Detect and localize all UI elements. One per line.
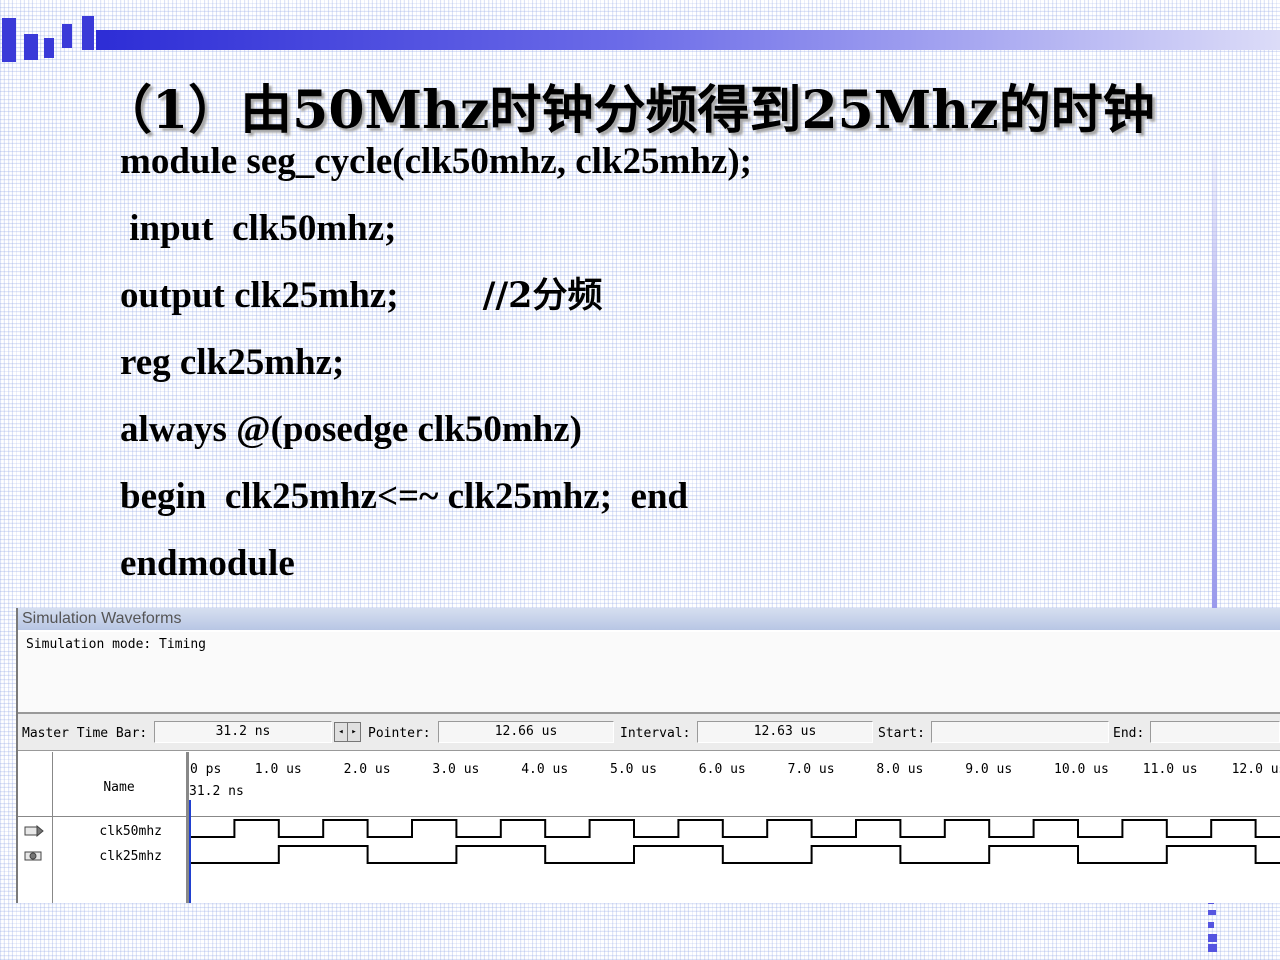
- simulation-waveforms-window: Simulation Waveforms Simulation mode: Ti…: [16, 608, 1280, 903]
- waveform-clk50mhz: [190, 819, 1280, 838]
- code-line-text: endmodule: [120, 543, 295, 584]
- right-accent-line: [1212, 130, 1217, 610]
- start-field[interactable]: [931, 721, 1109, 743]
- next-transition-button[interactable]: ▸: [347, 722, 361, 742]
- code-line: reg clk25mhz;: [120, 337, 752, 404]
- simulation-mode-text: Simulation mode: Timing: [26, 637, 207, 652]
- end-field[interactable]: [1150, 721, 1280, 743]
- time-bar-nav: ◂ ▸: [334, 722, 361, 742]
- code-line: output clk25mhz; //2分频: [120, 270, 752, 337]
- code-line-text: always @(posedge clk50mhz): [120, 409, 582, 450]
- corner-block-4: [62, 24, 72, 48]
- code-comment: //2分频: [482, 275, 603, 316]
- code-line-text: reg clk25mhz;: [120, 342, 345, 383]
- output-pin-icon: [24, 851, 42, 861]
- master-time-bar-label: Master Time Bar:: [22, 726, 148, 741]
- code-line: endmodule: [120, 538, 752, 605]
- simulation-mode-panel: Simulation mode: Timing: [18, 632, 1280, 714]
- interval-label: Interval:: [620, 726, 691, 741]
- start-label: Start:: [878, 726, 925, 741]
- corner-block-3: [44, 38, 54, 58]
- interval-field: 12.63 us: [697, 721, 873, 743]
- input-pin-icon: [24, 825, 44, 837]
- code-line-text: begin clk25mhz<=~ clk25mhz; end: [120, 476, 689, 517]
- title-accent-bar: [96, 30, 1280, 50]
- master-time-bar-field[interactable]: 31.2 ns: [154, 721, 332, 743]
- code-line: input clk50mhz;: [120, 203, 752, 270]
- pointer-field: 12.66 us: [438, 721, 614, 743]
- corner-block-2: [24, 34, 38, 60]
- waveform-clk25mhz: [190, 845, 1280, 864]
- slide-title: （1）由50Mhz时钟分频得到25Mhz的时钟: [100, 80, 1155, 141]
- code-line-text: input clk50mhz;: [120, 208, 397, 249]
- code-line: always @(posedge clk50mhz): [120, 404, 752, 471]
- end-label: End:: [1113, 726, 1145, 741]
- corner-dots: [1208, 900, 1218, 952]
- code-line-text: module seg_cycle(clk50mhz, clk25mhz);: [120, 141, 752, 182]
- waveform-grid: Name clk50mhz clk25mhz 0 ps 1.0 us 2.0 us 3…: [18, 752, 1280, 903]
- pointer-label: Pointer:: [368, 726, 431, 741]
- code-line-text: output clk25mhz;: [120, 275, 399, 316]
- corner-block-5: [82, 16, 94, 50]
- corner-block-1: [2, 18, 16, 62]
- prev-transition-button[interactable]: ◂: [334, 722, 348, 742]
- code-line: begin clk25mhz<=~ clk25mhz; end: [120, 471, 752, 538]
- code-line: module seg_cycle(clk50mhz, clk25mhz);: [120, 136, 752, 203]
- signal-name-clk50mhz[interactable]: clk50mhz: [52, 824, 162, 839]
- name-column-header: Name: [103, 780, 135, 795]
- signal-name-clk25mhz[interactable]: clk25mhz: [52, 849, 162, 864]
- waveform-area[interactable]: [188, 752, 1280, 903]
- verilog-code-block: module seg_cycle(clk50mhz, clk25mhz); in…: [120, 136, 752, 605]
- window-title: Simulation Waveforms: [18, 608, 1280, 630]
- time-bar-toolbar: Master Time Bar: 31.2 ns ◂ ▸ Pointer: 12…: [18, 714, 1280, 751]
